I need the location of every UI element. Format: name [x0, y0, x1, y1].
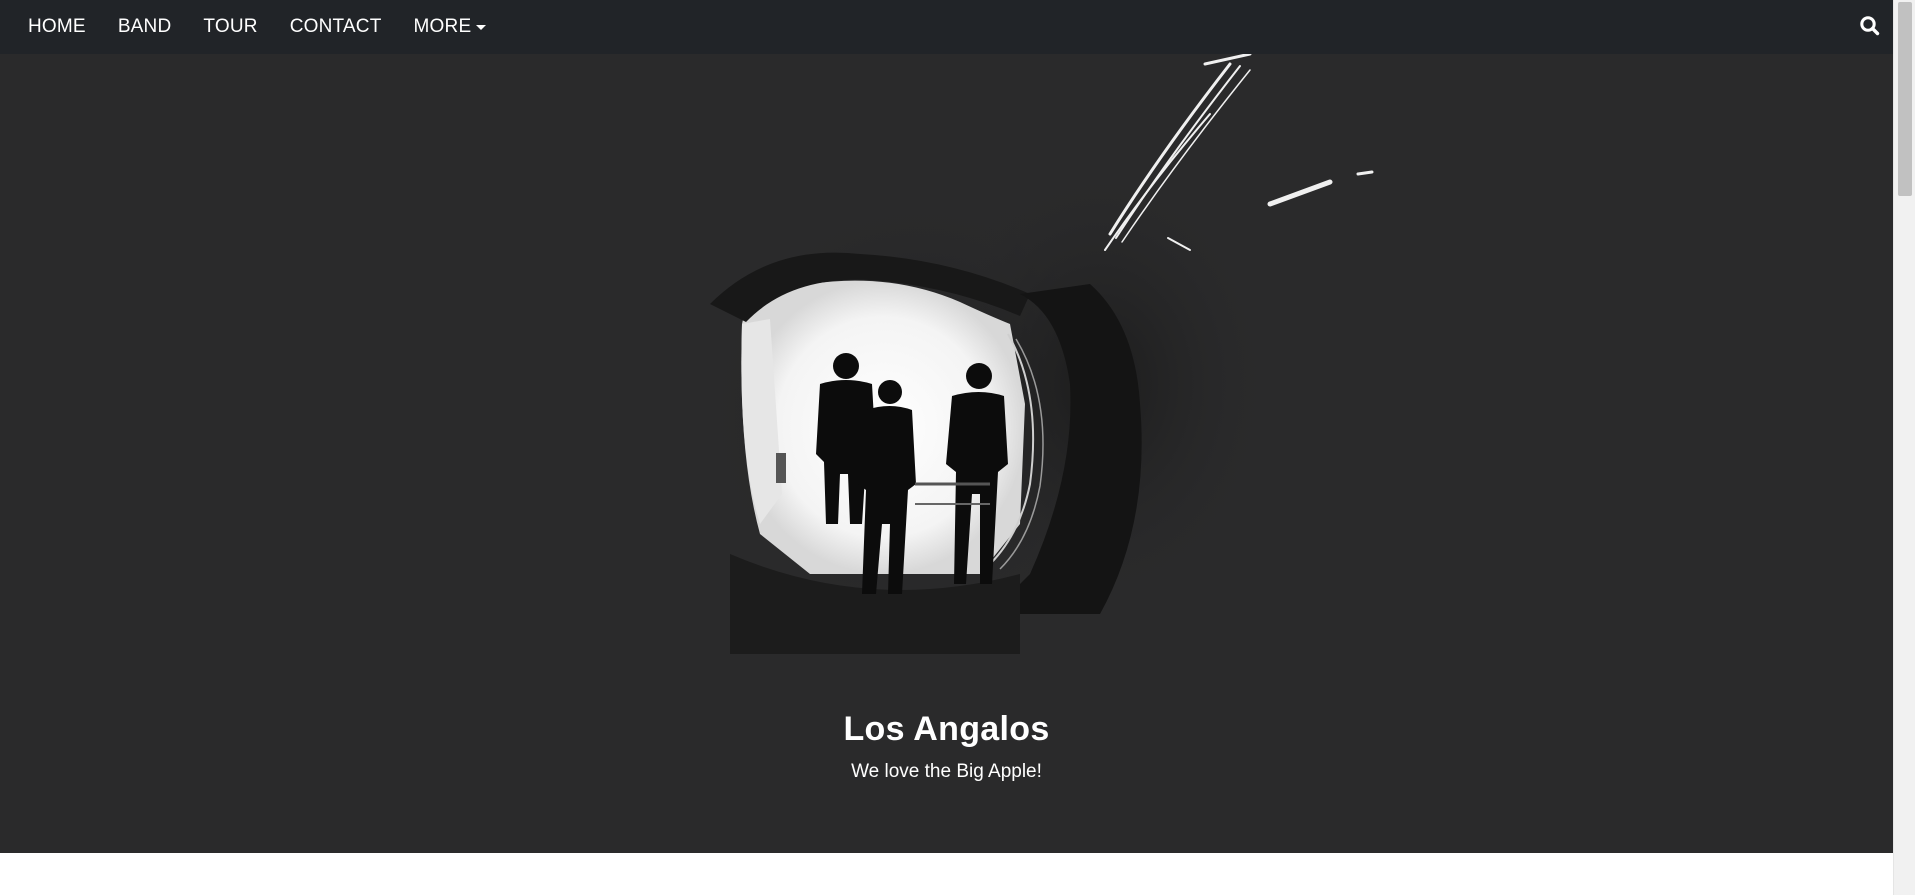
page: HOME BAND TOUR CONTACT MORE Los Angalos …: [0, 0, 1915, 895]
nav-list: HOME BAND TOUR CONTACT MORE: [12, 0, 502, 54]
hero-carousel: Los Angalos We love the Big Apple!: [0, 54, 1893, 853]
search-icon: [1860, 16, 1880, 36]
nav-tour-link[interactable]: TOUR: [187, 0, 273, 54]
caret-down-icon: [476, 25, 487, 30]
nav-contact-link[interactable]: CONTACT: [274, 0, 398, 54]
nav-band-link[interactable]: BAND: [102, 0, 188, 54]
nav-more-label: MORE: [413, 16, 472, 37]
scrollbar-thumb[interactable]: [1898, 2, 1912, 196]
search-button[interactable]: [1857, 13, 1883, 39]
caption-text: We love the Big Apple!: [851, 761, 1042, 782]
nav-home-link[interactable]: HOME: [12, 0, 102, 54]
caption-title: Los Angalos: [843, 710, 1050, 748]
band-silhouette-image: [690, 54, 1374, 654]
content-area: [0, 853, 1893, 895]
nav-more-dropdown[interactable]: MORE: [398, 0, 503, 54]
carousel-caption: Los Angalos We love the Big Apple!: [0, 710, 1893, 783]
top-navbar: HOME BAND TOUR CONTACT MORE: [0, 0, 1893, 54]
page-scrollbar[interactable]: [1893, 0, 1915, 895]
